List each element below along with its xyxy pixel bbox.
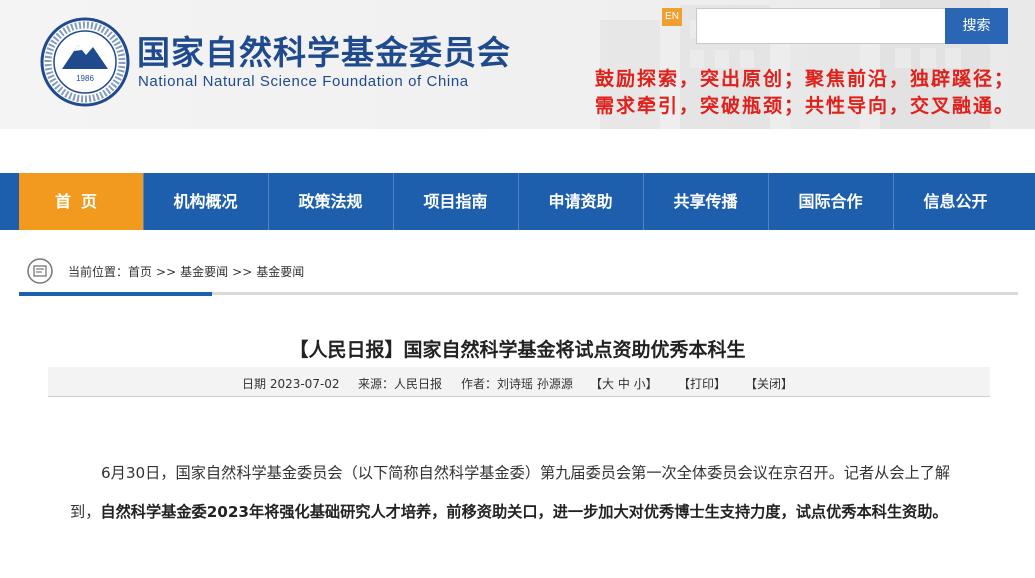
- main-nav: 首页 机构概况 政策法规 项目指南 申请资助 共享传播 国际合作 信息公开: [0, 173, 1035, 230]
- nav-item-sharing[interactable]: 共享传播: [643, 173, 767, 230]
- article-title: 【人民日报】国家自然科学基金将试点资助优秀本科生: [289, 339, 746, 361]
- nav-item-international[interactable]: 国际合作: [768, 173, 892, 230]
- nav-item-about[interactable]: 机构概况: [143, 173, 267, 230]
- slogan-line-1: 鼓励探索，突出原创；聚焦前沿，独辟蹊径；: [594, 68, 1015, 90]
- font-size-control[interactable]: 【大 中 小】: [590, 375, 658, 392]
- org-name-cn: 国家自然科学基金委员会: [137, 33, 511, 72]
- paragraph-bold-text: 自然科学基金委2023年将强化基础研究人才培养，前移资助关口，进一步加大对优秀博…: [100, 503, 948, 521]
- nsfc-logo-seal[interactable]: 1986: [40, 17, 130, 107]
- breadcrumb-news[interactable]: 基金要闻: [180, 265, 228, 279]
- breadcrumb-label: 当前位置：: [68, 265, 129, 279]
- nav-item-info-disclosure[interactable]: 信息公开: [893, 173, 1017, 230]
- nav-item-apply[interactable]: 申请资助: [518, 173, 642, 230]
- english-version-link[interactable]: EN: [662, 8, 682, 26]
- breadcrumb-separator: >>: [156, 265, 177, 279]
- breadcrumb-divider-accent: [19, 292, 212, 296]
- breadcrumb: 当前位置：首页 >> 基金要闻 >> 基金要闻: [68, 263, 304, 280]
- article-meta-bar: 日期 2023-07-02 来源：人民日报 作者：刘诗瑶 孙源源 【大 中 小】…: [48, 367, 990, 397]
- search-button[interactable]: 搜索: [945, 8, 1008, 44]
- nav-item-guide[interactable]: 项目指南: [393, 173, 517, 230]
- breadcrumb-news-current[interactable]: 基金要闻: [256, 265, 304, 279]
- nav-item-home[interactable]: 首页: [19, 173, 143, 230]
- org-name-en: National Natural Science Foundation of C…: [138, 73, 469, 90]
- site-header: 1986 国家自然科学基金委员会 National Natural Scienc…: [0, 0, 1035, 129]
- location-icon: [27, 258, 53, 284]
- breadcrumb-separator: >>: [232, 265, 253, 279]
- article-paragraph: 6月30日，国家自然科学基金委员会（以下简称自然科学基金委）第九届委员会第一次全…: [70, 454, 970, 532]
- breadcrumb-home[interactable]: 首页: [128, 265, 152, 279]
- article-author: 作者：刘诗瑶 孙源源: [461, 377, 573, 391]
- close-link[interactable]: 【关闭】: [745, 375, 793, 392]
- article-date: 日期 2023-07-02: [242, 377, 340, 391]
- search-input[interactable]: [696, 8, 946, 44]
- print-link[interactable]: 【打印】: [678, 375, 726, 392]
- slogan-line-2: 需求牵引，突破瓶颈；共性导向，交叉融通。: [594, 95, 1015, 117]
- svg-text:1986: 1986: [76, 74, 94, 83]
- article-source: 来源：人民日报: [358, 377, 443, 391]
- nav-item-policy[interactable]: 政策法规: [268, 173, 392, 230]
